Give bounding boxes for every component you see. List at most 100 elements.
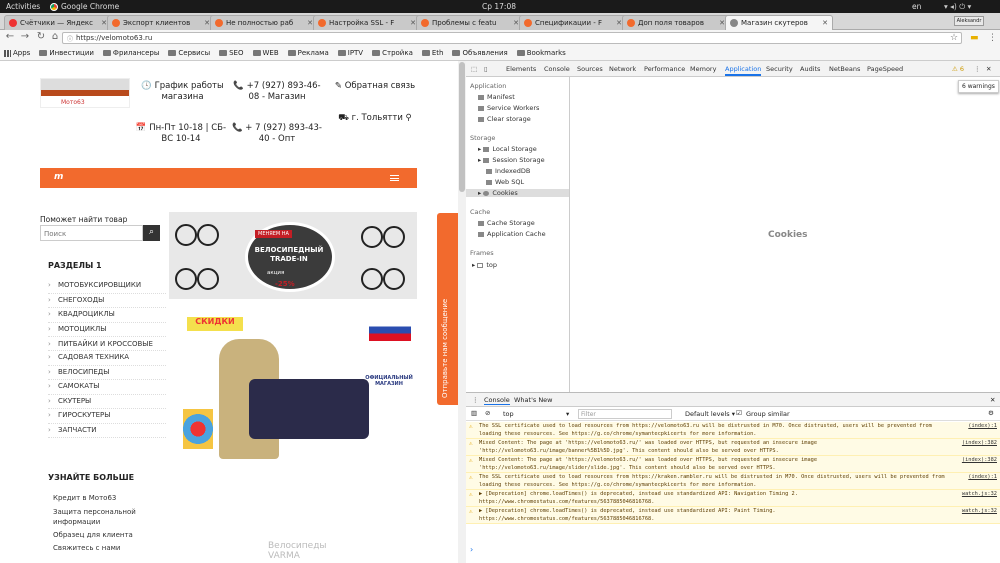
- feedback-link[interactable]: ✎ Обратная связь: [330, 81, 420, 92]
- message-source-link[interactable]: watch.js:32: [962, 508, 997, 516]
- more-icon[interactable]: ⋮: [974, 65, 981, 73]
- info-link[interactable]: Образец для клиента: [53, 529, 163, 542]
- bookmark-folder[interactable]: IPTV: [337, 49, 363, 57]
- clear-console-icon[interactable]: ⊘: [485, 409, 490, 417]
- category-item[interactable]: ГИРОСКУТЕРЫ: [48, 409, 166, 424]
- tab-5[interactable]: Спецификации - F ✕: [519, 15, 627, 30]
- tab-performance[interactable]: Performance: [644, 65, 685, 73]
- item-cache-storage[interactable]: Cache Storage: [478, 219, 535, 227]
- reload-icon[interactable]: ↻: [34, 31, 48, 42]
- console-message[interactable]: ⚠ The SSL certificate used to load resour…: [466, 422, 1000, 439]
- gear-icon[interactable]: ⚙: [988, 409, 994, 417]
- tab-3[interactable]: Настройка SSL - F ✕: [313, 15, 421, 30]
- sale-banner[interactable]: СКИДКИ ОФИЦИАЛЬНЫЙ МАГАЗИН: [169, 309, 417, 467]
- console-message[interactable]: ⚠ ▶ [Deprecation] chrome.loadTimes() is d…: [466, 507, 1000, 524]
- tab-sources[interactable]: Sources: [577, 65, 603, 73]
- info-icon[interactable]: ⓘ: [67, 34, 73, 43]
- close-icon[interactable]: ✕: [822, 19, 828, 27]
- console-message[interactable]: ⚠ The SSL certificate used to load resour…: [466, 473, 1000, 490]
- device-icon[interactable]: ▯: [484, 65, 488, 73]
- item-local-storage[interactable]: ▸ Local Storage: [478, 145, 537, 153]
- tab-network[interactable]: Network: [609, 65, 636, 73]
- tab-console[interactable]: Console: [544, 65, 570, 73]
- item-frame-top[interactable]: ▸ top: [472, 261, 497, 269]
- category-item[interactable]: КВАДРОЦИКЛЫ: [48, 308, 166, 323]
- category-item[interactable]: САДОВАЯ ТЕХНИКА: [48, 351, 166, 366]
- group-checkbox[interactable]: ☑: [736, 409, 742, 417]
- scrollbar-thumb[interactable]: [459, 62, 465, 192]
- bookmark-folder[interactable]: Фрилансеры: [102, 49, 159, 57]
- tab-audits[interactable]: Audits: [800, 65, 820, 73]
- tab-netbeans[interactable]: NetBeans: [829, 65, 860, 73]
- site-logo[interactable]: Мото63: [40, 78, 130, 108]
- category-item[interactable]: СКУТЕРЫ: [48, 395, 166, 409]
- category-item[interactable]: ПИТБАЙКИ И КРОССОВЫЕ: [48, 337, 166, 351]
- app-menu[interactable]: Google Chrome: [50, 2, 119, 11]
- item-session-storage[interactable]: ▸ Session Storage: [478, 156, 545, 164]
- inspect-icon[interactable]: ⬚: [471, 65, 477, 73]
- tab-elements[interactable]: Elements: [506, 65, 536, 73]
- warning-count[interactable]: ⚠ 6: [952, 65, 964, 73]
- sidebar-toggle-icon[interactable]: ▥: [471, 409, 477, 417]
- tab-4[interactable]: Проблемы с featu ✕: [416, 15, 524, 30]
- extension-icon[interactable]: ▬: [970, 33, 979, 43]
- message-source-link[interactable]: watch.js:32: [962, 491, 997, 499]
- console-message[interactable]: ⚠ ▶ [Deprecation] chrome.loadTimes() is d…: [466, 490, 1000, 507]
- info-link[interactable]: Кредит в Мото63: [53, 492, 163, 505]
- tab-security[interactable]: Security: [766, 65, 793, 73]
- message-source-link[interactable]: (index):382: [962, 440, 997, 448]
- tab-0[interactable]: Счётчики — Яндекс ✕: [4, 15, 112, 30]
- bookmark-folder[interactable]: Инвестиции: [39, 49, 94, 57]
- tab-7[interactable]: Магазин скутеров ✕: [725, 15, 833, 30]
- category-item[interactable]: СНЕГОХОДЫ: [48, 294, 166, 308]
- category-item[interactable]: САМОКАТЫ: [48, 380, 166, 395]
- console-message[interactable]: ⚠ Mixed Content: The page at 'https://vel…: [466, 439, 1000, 456]
- search-input[interactable]: Поиск: [40, 225, 143, 241]
- item-cookies[interactable]: ▸ Cookies: [466, 189, 569, 197]
- levels-select[interactable]: Default levels ▾: [685, 410, 735, 418]
- item-manifest[interactable]: Manifest: [478, 93, 515, 101]
- city-selector[interactable]: ⛟ г. Тольятти ⚲: [330, 113, 420, 124]
- tab-1[interactable]: Экспорт клиентов ✕: [107, 15, 215, 30]
- category-item[interactable]: МОТОЦИКЛЫ: [48, 323, 166, 337]
- info-link[interactable]: Свяжитесь с нами: [53, 542, 163, 555]
- bookmark-folder[interactable]: Стройка: [372, 49, 413, 57]
- category-item[interactable]: ЗАПЧАСТИ: [48, 424, 166, 438]
- drawer-tab-console[interactable]: Console: [484, 396, 510, 405]
- context-select[interactable]: top: [503, 410, 514, 418]
- console-prompt[interactable]: ›: [470, 545, 473, 554]
- shop-phone[interactable]: 📞 +7 (927) 893-46-08 - Магазин: [232, 81, 322, 103]
- category-item[interactable]: МОТОБУКСИРОВЩИКИ: [48, 279, 166, 294]
- star-icon[interactable]: ☆: [950, 33, 958, 43]
- address-bar[interactable]: ⓘ https://velomoto63.ru: [62, 32, 962, 44]
- console-message[interactable]: ⚠ Mixed Content: The page at 'https://vel…: [466, 456, 1000, 473]
- close-icon[interactable]: ✕: [986, 65, 991, 73]
- profile-button[interactable]: Aleksandr: [954, 16, 984, 26]
- tab-6[interactable]: Доп поля товаров ✕: [622, 15, 730, 30]
- drawer-menu-icon[interactable]: ⋮: [472, 396, 479, 404]
- trade-in-banner[interactable]: МЕНЯЕМ НА ВЕЛОСИПЕДНЫЙ TRADE-IN акция -2…: [169, 212, 417, 299]
- wholesale-phone[interactable]: 📞 + 7 (927) 893-43-40 - Опт: [232, 123, 322, 145]
- tab-2[interactable]: Не полностью раб ✕: [210, 15, 318, 30]
- menu-logo[interactable]: m: [54, 172, 63, 182]
- item-application-cache[interactable]: Application Cache: [478, 230, 546, 238]
- bookmark-folder[interactable]: Bookmarks: [516, 49, 566, 57]
- message-source-link[interactable]: (index):1: [968, 474, 997, 482]
- bookmark-folder[interactable]: Сервисы: [168, 49, 210, 57]
- bookmark-apps[interactable]: Apps: [4, 49, 30, 57]
- lightbox-preview[interactable]: Велосипеды VARMA: [268, 541, 358, 563]
- home-icon[interactable]: ⌂: [48, 31, 62, 42]
- bookmark-folder[interactable]: Реклама: [287, 49, 329, 57]
- back-icon[interactable]: ←: [3, 31, 17, 42]
- message-source-link[interactable]: (index):1: [968, 423, 997, 431]
- dropdown-icon[interactable]: ▾: [566, 410, 569, 418]
- hamburger-icon[interactable]: [390, 175, 399, 181]
- bookmark-folder[interactable]: WEB: [252, 49, 279, 57]
- menu-icon[interactable]: ⋮: [988, 33, 997, 43]
- item-indexeddb[interactable]: IndexedDB: [486, 167, 530, 175]
- search-button[interactable]: ⌕: [143, 225, 160, 241]
- forward-icon[interactable]: →: [18, 31, 32, 42]
- bookmark-folder[interactable]: SEO: [219, 49, 244, 57]
- item-websql[interactable]: Web SQL: [486, 178, 524, 186]
- drawer-tab-whats-new[interactable]: What's New: [514, 396, 553, 404]
